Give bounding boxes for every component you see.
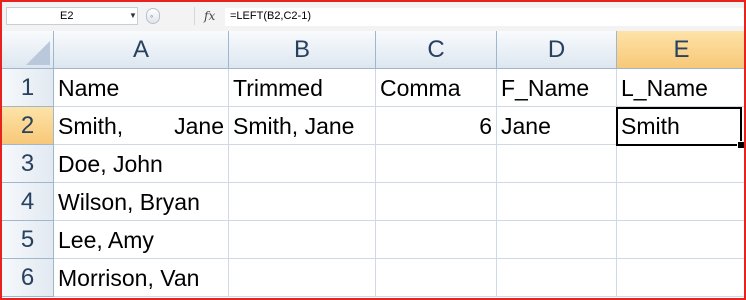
cell-c3[interactable]: [376, 145, 497, 183]
cell-a2-first-name: Jane: [174, 113, 224, 139]
cell-c6[interactable]: [376, 259, 497, 297]
cell-b5[interactable]: [229, 221, 376, 259]
row-header-3[interactable]: 3: [2, 145, 54, 183]
cell-a1[interactable]: Name: [54, 69, 229, 107]
cell-b1[interactable]: Trimmed: [229, 69, 376, 107]
cell-d3[interactable]: [497, 145, 617, 183]
formula-input[interactable]: =LEFT(B2,C2-1): [225, 8, 744, 26]
cell-a3[interactable]: Doe, John: [54, 145, 229, 183]
cell-e4[interactable]: [617, 183, 744, 221]
cell-b3[interactable]: [229, 145, 376, 183]
cell-e1[interactable]: L_Name: [617, 69, 744, 107]
cell-b2[interactable]: Smith, Jane: [229, 107, 376, 145]
cell-d6[interactable]: [497, 259, 617, 297]
cell-d5[interactable]: [497, 221, 617, 259]
cell-b4[interactable]: [229, 183, 376, 221]
cell-c2[interactable]: 6: [376, 107, 497, 145]
resize-dots-icon: ◦: [150, 11, 154, 21]
cell-e5[interactable]: [617, 221, 744, 259]
cell-c4[interactable]: [376, 183, 497, 221]
column-header-e[interactable]: E: [617, 31, 744, 69]
cell-e3[interactable]: [617, 145, 744, 183]
column-header-a[interactable]: A: [54, 31, 229, 69]
name-box[interactable]: E2: [6, 7, 138, 25]
cell-e2[interactable]: Smith: [617, 107, 744, 145]
cell-a4[interactable]: Wilson, Bryan: [54, 183, 229, 221]
column-header-b[interactable]: B: [229, 31, 376, 69]
cell-d2[interactable]: Jane: [497, 107, 617, 145]
cell-d1[interactable]: F_Name: [497, 69, 617, 107]
cell-d4[interactable]: [497, 183, 617, 221]
cell-c1[interactable]: Comma: [376, 69, 497, 107]
cell-c5[interactable]: [376, 221, 497, 259]
cell-e6[interactable]: [617, 259, 744, 297]
cell-a6[interactable]: Morrison, Van: [54, 259, 229, 297]
cell-a5[interactable]: Lee, Amy: [54, 221, 229, 259]
row-header-5[interactable]: 5: [2, 221, 54, 259]
row-header-1[interactable]: 1: [2, 69, 54, 107]
formula-bar-resize-handle[interactable]: ◦: [146, 8, 160, 24]
spreadsheet-window: E2 ▼ ◦ fx =LEFT(B2,C2-1) A B C D E 1 2 3…: [0, 0, 746, 300]
row-header-4[interactable]: 4: [2, 183, 54, 221]
formula-bar-separator: [194, 7, 195, 25]
select-all-button[interactable]: [2, 31, 54, 69]
fill-handle[interactable]: [737, 141, 744, 149]
column-header-c[interactable]: C: [376, 31, 497, 69]
cell-a2[interactable]: Smith, Jane: [54, 107, 229, 145]
cell-a2-last-name: Smith,: [58, 113, 124, 139]
select-all-triangle-icon: [26, 41, 50, 65]
column-header-d[interactable]: D: [497, 31, 617, 69]
insert-function-icon[interactable]: fx: [204, 9, 215, 23]
formula-bar: E2 ▼ ◦ fx =LEFT(B2,C2-1): [2, 2, 744, 32]
row-header-2[interactable]: 2: [2, 107, 54, 145]
row-header-6[interactable]: 6: [2, 259, 54, 297]
name-box-dropdown-icon[interactable]: ▼: [129, 12, 137, 20]
cell-b6[interactable]: [229, 259, 376, 297]
